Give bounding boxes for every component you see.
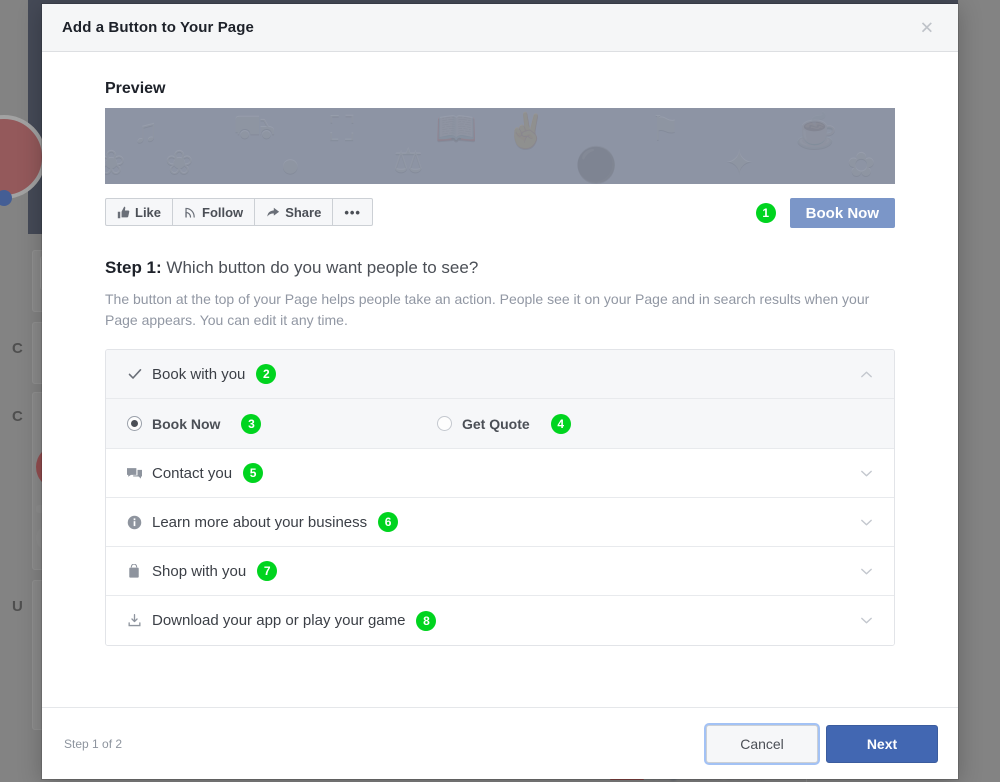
download-icon: [127, 613, 147, 628]
like-button[interactable]: Like: [105, 198, 173, 226]
accordion-label: Shop with you: [152, 563, 246, 580]
chevron-down-icon[interactable]: [859, 515, 874, 530]
cover-glyph-palette-icon: ●: [280, 148, 301, 182]
cover-glyph-apple-icon: ⚫: [575, 148, 617, 182]
dialog-header: Add a Button to Your Page ✕: [42, 4, 958, 52]
close-icon[interactable]: ✕: [914, 15, 940, 40]
annotation-badge-7: 7: [257, 561, 277, 581]
annotation-badge-2: 2: [256, 364, 276, 384]
cover-glyph-gift-icon: ⚑: [650, 112, 680, 146]
preview-action-bar: Like Follow: [105, 198, 895, 228]
step-counter: Step 1 of 2: [64, 737, 122, 751]
cta-preview-group: 1 Book Now: [756, 198, 895, 228]
share-button[interactable]: Share: [255, 198, 333, 226]
chat-bubbles-icon: [127, 466, 147, 481]
chevron-up-icon[interactable]: [859, 367, 874, 382]
chevron-down-icon[interactable]: [859, 564, 874, 579]
cover-glyph-handshake-icon: ✌: [505, 114, 547, 148]
share-button-label: Share: [285, 205, 321, 220]
annotation-badge-8: 8: [416, 611, 436, 631]
step-heading-bold: Step 1:: [105, 258, 162, 277]
cta-preview-button[interactable]: Book Now: [790, 198, 895, 228]
annotation-badge-5: 5: [243, 463, 263, 483]
check-icon: [127, 366, 147, 382]
radio-option-label: Book Now: [152, 416, 220, 432]
accordion-label: Contact you: [152, 465, 232, 482]
next-button[interactable]: Next: [826, 725, 938, 763]
cover-glyph-paw-icon: ❀: [105, 146, 126, 180]
accordion-label: Download your app or play your game: [152, 612, 405, 629]
accordion-label: Book with you: [152, 366, 245, 383]
cover-glyph-scales-icon: ⚖: [393, 144, 423, 178]
accordion-row-shop-with-you[interactable]: Shop with you 7: [106, 547, 894, 596]
cover-glyph-tree-icon: ❀: [165, 146, 194, 180]
cover-glyph-book-icon: 📖: [435, 112, 477, 146]
dialog-footer: Step 1 of 2 Cancel Next: [42, 707, 958, 779]
cover-glyph-truck-icon: ⛟: [233, 110, 276, 144]
add-button-dialog: Add a Button to Your Page ✕ Preview ♫ ⛟ …: [42, 4, 958, 779]
page-cover-preview: ♫ ⛟ ⛶ 📖 ❀ ❀ ● ⚖ ✌ ⚫ ⚑ ✦ ☕ ✿: [105, 108, 895, 184]
cover-glyph-leaf-icon: ✿: [847, 148, 876, 182]
step-heading: Step 1: Which button do you want people …: [105, 258, 895, 278]
annotation-badge-4: 4: [551, 414, 571, 434]
radio-option-book-now[interactable]: Book Now 3: [127, 414, 437, 434]
step-heading-rest: Which button do you want people to see?: [162, 258, 479, 277]
follow-button-label: Follow: [202, 205, 243, 220]
footer-actions: Cancel Next: [706, 725, 938, 763]
thumbs-up-icon: [117, 206, 130, 219]
shopping-bag-icon: [127, 564, 147, 579]
preview-label: Preview: [105, 80, 895, 98]
accordion-row-learn-more[interactable]: Learn more about your business 6: [106, 498, 894, 547]
accordion-row-download-app[interactable]: Download your app or play your game 8: [106, 596, 894, 645]
accordion-row-book-with-you[interactable]: Book with you 2: [106, 350, 894, 399]
rss-follow-icon: [184, 206, 197, 219]
button-category-accordion: Book with you 2 Book Now 3 Get Quote: [105, 349, 895, 646]
like-button-label: Like: [135, 205, 161, 220]
annotation-badge-6: 6: [378, 512, 398, 532]
accordion-label: Learn more about your business: [152, 514, 367, 531]
annotation-badge-1: 1: [756, 203, 776, 223]
follow-button[interactable]: Follow: [173, 198, 255, 226]
cover-glyph-music-icon: ♫: [133, 114, 159, 148]
dialog-body: Preview ♫ ⛟ ⛶ 📖 ❀ ❀ ● ⚖ ✌ ⚫ ⚑ ✦ ☕ ✿: [42, 52, 958, 707]
book-with-you-options: Book Now 3 Get Quote 4: [106, 399, 894, 449]
info-icon: [127, 515, 147, 530]
step-description: The button at the top of your Page helps…: [105, 289, 895, 331]
ellipsis-icon: •••: [344, 205, 361, 220]
chevron-down-icon[interactable]: [859, 613, 874, 628]
annotation-badge-3: 3: [241, 414, 261, 434]
cancel-button[interactable]: Cancel: [706, 725, 818, 763]
more-options-button[interactable]: •••: [333, 198, 373, 226]
accordion-row-contact-you[interactable]: Contact you 5: [106, 449, 894, 498]
radio-option-label: Get Quote: [462, 416, 530, 432]
social-button-group: Like Follow: [105, 198, 373, 226]
radio-get-quote[interactable]: [437, 416, 452, 431]
share-arrow-icon: [266, 206, 280, 219]
cta-preview-button-label: Book Now: [806, 205, 879, 222]
radio-option-get-quote[interactable]: Get Quote 4: [437, 414, 571, 434]
chevron-down-icon[interactable]: [859, 466, 874, 481]
radio-book-now[interactable]: [127, 416, 142, 431]
cover-glyph-star-icon: ✦: [725, 146, 754, 180]
cover-glyph-cup-icon: ☕: [795, 114, 837, 148]
cover-glyph-camera-icon: ⛶: [330, 112, 354, 146]
dialog-title: Add a Button to Your Page: [62, 19, 254, 36]
